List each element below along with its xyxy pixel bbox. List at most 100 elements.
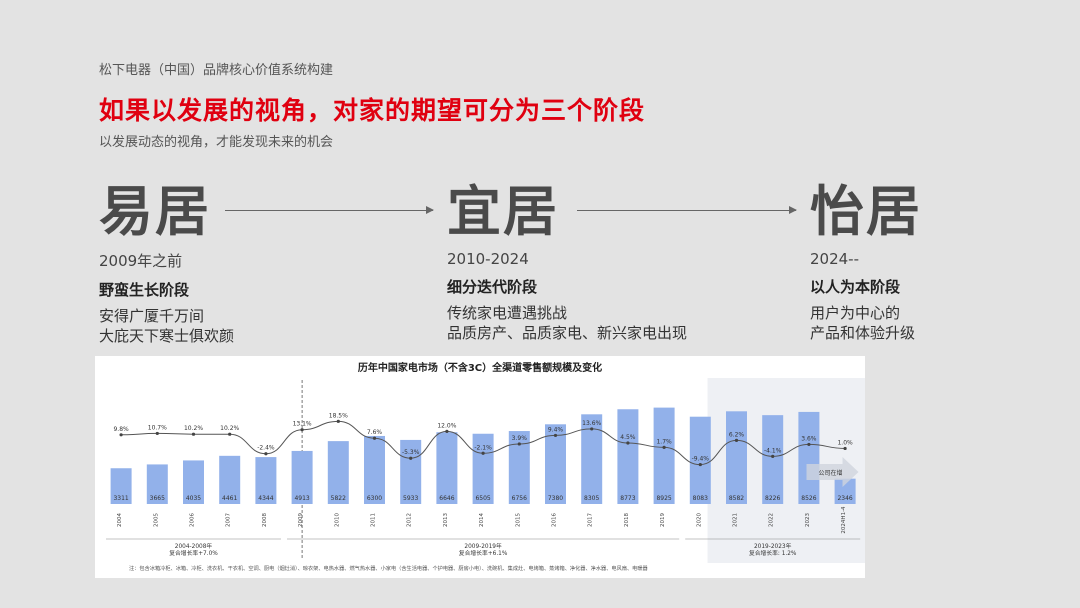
subheadline: 以发展动态的视角，才能发现未来的机会 bbox=[99, 135, 334, 150]
growth-label: 7.6% bbox=[367, 429, 383, 436]
x-tick-label: 2020 bbox=[696, 513, 702, 527]
x-tick-label: 2012 bbox=[407, 513, 413, 527]
chart-footnote: 注：包含冰箱冷柜、冰箱、冷柜、洗衣机、干衣机、空调、厨电（烟灶消）、晾衣架、电热… bbox=[129, 564, 649, 572]
stage-desc-line: 安得广厦千万间 bbox=[99, 307, 205, 325]
growth-label: 6.2% bbox=[729, 431, 745, 438]
stage-name: 怡居 bbox=[810, 180, 922, 243]
chart-bar bbox=[364, 435, 385, 504]
growth-label: 1.7% bbox=[656, 438, 672, 445]
bar-value-label: 6300 bbox=[367, 495, 382, 502]
bar-value-label: 8083 bbox=[693, 495, 708, 502]
stage-desc-line: 用户为中心的 bbox=[810, 304, 901, 322]
x-tick-label: 2019 bbox=[660, 513, 666, 527]
stage-phase: 细分迭代阶段 bbox=[447, 278, 538, 296]
stage-desc-line: 产品和体验升级 bbox=[810, 324, 916, 342]
x-tick-label: 2005 bbox=[153, 513, 159, 527]
x-tick-label: 2009 bbox=[298, 513, 304, 527]
stage-phase: 以人为本阶段 bbox=[810, 278, 901, 296]
growth-label: -9.4% bbox=[692, 456, 710, 463]
bar-value-label: 4344 bbox=[258, 495, 273, 502]
bar-value-label: 5933 bbox=[403, 495, 418, 502]
growth-label: 9.4% bbox=[548, 426, 564, 433]
bar-value-label: 4913 bbox=[294, 495, 309, 502]
growth-label: 13.6% bbox=[582, 420, 601, 427]
growth-point bbox=[300, 428, 304, 432]
stage-desc-line: 大庇天下寒士俱欢颜 bbox=[99, 327, 235, 345]
x-tick-label: 2006 bbox=[190, 513, 196, 527]
growth-point bbox=[119, 433, 123, 437]
chart-bar bbox=[726, 411, 747, 504]
chart-bar bbox=[653, 407, 675, 504]
bar-value-label: 8226 bbox=[765, 495, 780, 502]
x-tick-label: 2004 bbox=[117, 513, 123, 527]
growth-point bbox=[807, 442, 811, 447]
growth-point bbox=[228, 432, 232, 436]
growth-label: -5.3% bbox=[402, 449, 420, 456]
x-tick-label: 2010 bbox=[334, 513, 340, 527]
growth-label: 10.2% bbox=[220, 425, 239, 432]
stage-desc-line: 品质房产、品质家电、新兴家电出现 bbox=[447, 324, 688, 342]
period-label: 2004-2008年 bbox=[175, 542, 213, 550]
growth-point bbox=[771, 454, 775, 458]
market-chart-svg: 历年中国家电市场（不含3C）全渠道零售额规模及变化 3311 2004 3665 20… bbox=[106, 361, 865, 572]
stage-period: 2010-2024 bbox=[447, 250, 529, 268]
growth-point bbox=[553, 433, 558, 438]
growth-point bbox=[626, 441, 630, 445]
period-cagr-label: 复合增长率+7.0% bbox=[169, 549, 218, 557]
bar-value-label: 6646 bbox=[439, 495, 454, 502]
x-tick-label: 2014 bbox=[479, 513, 485, 527]
growth-point bbox=[191, 432, 196, 436]
growth-point bbox=[445, 429, 449, 433]
stage-period: 2024-- bbox=[810, 250, 859, 268]
bar-value-label: 8526 bbox=[801, 495, 816, 502]
stage-phase: 野蛮生长阶段 bbox=[99, 281, 190, 299]
bar-value-label: 5822 bbox=[331, 495, 346, 502]
stage-easy-living: 易居 2009年之前 野蛮生长阶段 安得广厦千万间 大庇天下寒士俱欢颜 bbox=[99, 180, 234, 346]
stage-name: 易居 bbox=[99, 180, 211, 243]
stage-arrow bbox=[577, 206, 797, 214]
growth-label: -2.4% bbox=[257, 445, 275, 452]
chart-bar bbox=[617, 409, 639, 504]
bar-value-label: 4035 bbox=[186, 495, 201, 502]
chart-title: 历年中国家电市场（不含3C）全渠道零售额规模及变化 bbox=[358, 361, 602, 374]
growth-label: -2.1% bbox=[474, 444, 492, 451]
x-tick-label: 2021 bbox=[733, 513, 739, 527]
x-tick-label: 2015 bbox=[515, 513, 521, 527]
growth-point bbox=[698, 462, 702, 467]
market-chart: 历年中国家电市场（不含3C）全渠道零售额规模及变化 3311 2004 3665 20… bbox=[95, 356, 865, 578]
stage-pleasant-living: 怡居 2024-- 以人为本阶段 用户为中心的 产品和体验升级 bbox=[810, 180, 922, 343]
growth-point bbox=[155, 431, 159, 436]
growth-label: 12.0% bbox=[437, 422, 456, 429]
bar-value-label: 3665 bbox=[150, 495, 165, 502]
stage-arrow bbox=[225, 206, 434, 214]
growth-label: 18.5% bbox=[329, 412, 348, 419]
x-tick-label: 2007 bbox=[226, 513, 232, 527]
bar-value-label: 6505 bbox=[475, 495, 490, 502]
period-label: 2019-2023年 bbox=[754, 542, 792, 550]
bar-value-label: 3311 bbox=[113, 495, 128, 502]
growth-label: 1.0% bbox=[837, 439, 853, 446]
chart-bar bbox=[508, 431, 530, 504]
growth-point bbox=[372, 436, 377, 440]
x-tick-label: 2017 bbox=[588, 513, 594, 527]
growth-label: 4.5% bbox=[620, 434, 636, 441]
growth-point bbox=[409, 456, 413, 460]
x-tick-label: 2022 bbox=[769, 513, 775, 527]
period-label: 2009-2019年 bbox=[464, 542, 502, 550]
brand-label: 松下电器（中国）品牌核心价值系统构建 bbox=[99, 63, 334, 78]
x-tick-label: 2024H1-4 bbox=[841, 506, 847, 534]
bar-value-label: 2346 bbox=[837, 495, 852, 502]
growth-point bbox=[662, 445, 666, 449]
growth-point bbox=[734, 438, 739, 442]
stage-livable: 宜居 2010-2024 细分迭代阶段 传统家电遭遇挑战 品质房产、品质家电、新… bbox=[447, 180, 687, 343]
growth-label: 10.7% bbox=[148, 424, 167, 431]
growth-point bbox=[590, 427, 594, 431]
growth-label: 9.8% bbox=[113, 426, 129, 433]
growth-label: 3.6% bbox=[801, 435, 817, 442]
x-tick-label: 2016 bbox=[552, 513, 558, 527]
x-tick-label: 2013 bbox=[443, 513, 449, 527]
stage-period: 2009年之前 bbox=[99, 252, 183, 270]
growth-point bbox=[336, 419, 340, 423]
bar-value-label: 8305 bbox=[584, 495, 599, 502]
growth-point bbox=[264, 452, 268, 456]
